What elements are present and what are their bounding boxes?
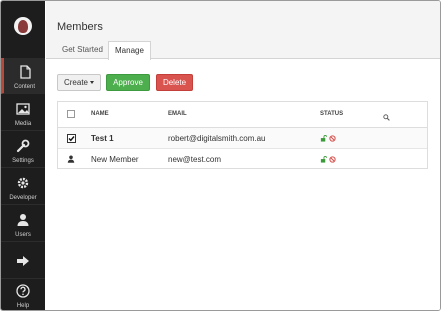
member-name[interactable]: New Member — [91, 155, 139, 164]
member-status — [320, 155, 340, 164]
unlock-icon — [320, 135, 327, 142]
tab-get-started[interactable]: Get Started — [56, 41, 109, 59]
chevron-down-icon — [90, 81, 94, 85]
table-header: NAME EMAIL STATUS — [58, 102, 427, 128]
member-status — [320, 134, 340, 143]
approve-button[interactable]: Approve — [106, 74, 150, 91]
wrench-icon — [16, 139, 30, 153]
sidebar-item-help[interactable]: Help — [1, 280, 45, 310]
avatar-image — [18, 20, 28, 33]
sidebar-item-users[interactable]: Users — [1, 206, 45, 242]
sidebar-item-label: Settings — [12, 158, 34, 164]
unlock-icon — [320, 156, 327, 163]
tab-manage[interactable]: Manage — [108, 41, 151, 60]
page-title: Members — [57, 21, 103, 33]
sidebar-item-developer[interactable]: Developer — [1, 169, 45, 205]
create-button[interactable]: Create — [57, 74, 101, 91]
table-row[interactable]: New Member new@test.com — [58, 149, 427, 170]
sidebar-item-label: Developer — [9, 195, 37, 201]
help-icon — [16, 284, 30, 298]
sidebar-item-expand[interactable] — [1, 243, 45, 279]
document-icon — [19, 65, 31, 79]
user-icon — [17, 214, 29, 226]
member-name[interactable]: Test 1 — [91, 134, 114, 143]
blocked-icon — [329, 156, 336, 163]
blocked-icon — [329, 135, 336, 142]
column-header-email[interactable]: EMAIL — [168, 111, 187, 117]
page-header: Members Get Started Manage — [46, 1, 440, 60]
search-icon[interactable] — [383, 114, 390, 121]
column-header-name[interactable]: NAME — [91, 111, 109, 117]
column-header-status[interactable]: STATUS — [320, 111, 343, 117]
sidebar-item-label: Users — [15, 232, 31, 238]
sidebar-item-label: Help — [16, 303, 30, 309]
create-button-label: Create — [63, 78, 88, 87]
sidebar-item-content[interactable]: Content — [1, 58, 45, 94]
sidebar-item-label: Media — [14, 121, 32, 127]
member-email: robert@digitalsmith.com.au — [168, 134, 266, 143]
sidebar-item-settings[interactable]: Settings — [1, 132, 45, 168]
member-email: new@test.com — [168, 155, 222, 164]
user-avatar[interactable] — [14, 17, 32, 35]
delete-button[interactable]: Delete — [156, 74, 193, 91]
arrow-right-icon — [17, 256, 29, 266]
table-row[interactable]: Test 1 robert@digitalsmith.com.au — [58, 128, 427, 149]
sidebar: Content Media Settings Developer Users H… — [1, 1, 45, 310]
gear-icon — [17, 177, 29, 189]
members-table: NAME EMAIL STATUS Test 1 robert@digitals… — [57, 101, 428, 169]
image-icon — [16, 103, 30, 115]
member-type-icon — [67, 155, 75, 163]
checked-checkbox-icon[interactable] — [67, 134, 76, 143]
main-content: Members Get Started Manage Create Approv… — [46, 1, 440, 310]
select-all-checkbox[interactable] — [67, 110, 75, 118]
app-window: Content Media Settings Developer Users H… — [0, 0, 441, 311]
sidebar-item-media[interactable]: Media — [1, 95, 45, 131]
sidebar-item-label: Content — [13, 84, 35, 90]
